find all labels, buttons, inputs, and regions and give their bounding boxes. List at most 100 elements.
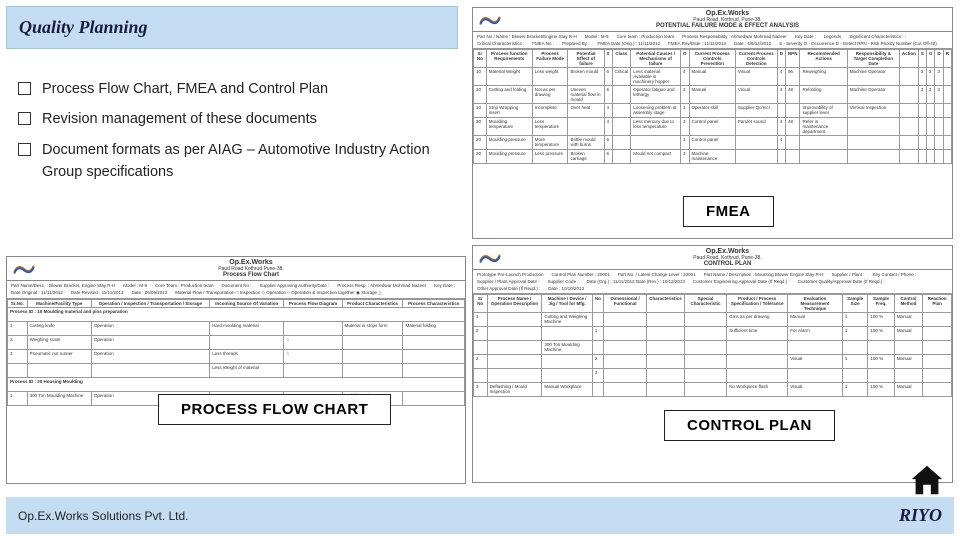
cell: Machine Operator — [847, 86, 899, 104]
cell: Control panel — [689, 136, 735, 150]
meta-field: Material Flow / Transportation □ Inspect… — [175, 290, 381, 296]
cell — [647, 383, 685, 397]
bullet-item: Revision management of these documents — [18, 108, 458, 130]
meta-field: S - Severity O - Occurrence D - Detect R… — [779, 41, 937, 46]
cell: 2 — [474, 355, 488, 369]
cell: Not as per drawing — [532, 86, 568, 104]
cell — [735, 136, 777, 150]
cell: 3 — [926, 86, 935, 104]
cell — [474, 369, 488, 383]
cell: 2 — [474, 327, 488, 341]
cell — [847, 136, 899, 150]
cell: Weighing scale — [27, 336, 91, 350]
cell — [487, 313, 542, 327]
cell: Strip Wrapping insert — [486, 104, 532, 118]
brand-right: RIYO — [899, 505, 942, 526]
col-header: R — [943, 50, 951, 68]
cell: 4 — [777, 86, 785, 104]
meta-field: FMEA Rev/Date : 11/11/2013 — [668, 41, 726, 46]
cell — [684, 383, 726, 397]
meta-field: Significant Characteristics : - — [849, 34, 906, 39]
col-header: S — [918, 50, 926, 68]
cell — [603, 369, 646, 383]
cell: Operator fatigue and lethargy — [631, 86, 681, 104]
col-header: Responsibility & Target Completion Date — [847, 50, 899, 68]
table-row: 3 — [474, 369, 952, 383]
cell — [899, 86, 918, 104]
pfc-panel: Op.Ex.Works Paud Road Kothrud Pune-38. P… — [6, 256, 466, 484]
brand-name: Op.Ex.Works — [41, 259, 461, 266]
col-header: Machine/Facility Type — [27, 300, 91, 308]
cell — [487, 327, 542, 341]
cell: 1 — [8, 392, 28, 406]
col-header: RPN — [785, 50, 800, 68]
col-header: Evaluation Measurement Technique — [788, 295, 843, 313]
meta-field: Model : M-9 — [585, 34, 609, 39]
meta-field: Supplier / Plant : — [831, 272, 864, 277]
cell — [603, 355, 646, 369]
cell — [631, 136, 681, 150]
cell: Manual — [894, 355, 923, 369]
col-header: Product Characteristics — [342, 300, 403, 308]
cell: Supplier Qc/Incl — [735, 104, 777, 118]
cell: 3 — [681, 118, 690, 136]
table-row: 10Cutting and foldingNot as per drawingU… — [474, 86, 952, 104]
col-header: Recommended Actions — [800, 50, 847, 68]
cell: 4 — [777, 118, 785, 136]
pfc-caption: PROCESS FLOW CHART — [158, 394, 391, 425]
meta-field: Supplier Code : — [548, 279, 579, 284]
cell: 2 — [8, 336, 28, 350]
cell: Cutting knife — [27, 322, 91, 336]
cell: 3 — [918, 68, 926, 86]
cell: 3 — [8, 350, 28, 364]
cell: Visual — [735, 68, 777, 86]
col-header: Sample Size — [842, 295, 867, 313]
cell: Brittle mould with burns — [568, 136, 604, 150]
cell — [612, 86, 631, 104]
cell — [943, 136, 951, 150]
bullet-list: Process Flow Chart, FMEA and Control Pla… — [18, 78, 458, 192]
col-header: Operation / Inspection / Transportation … — [91, 300, 209, 308]
section-row: Process ID : 20 Housing Moulding — [8, 378, 465, 392]
cell — [923, 369, 952, 383]
logo-icon — [11, 262, 37, 276]
cell: Sufficient time — [727, 327, 788, 341]
cell — [918, 136, 926, 150]
cell — [935, 150, 943, 164]
cell — [284, 322, 342, 336]
cell: 1 — [842, 383, 867, 397]
cell — [27, 364, 91, 378]
cell — [403, 336, 465, 350]
table-row: 300 Ton Moulding Machine — [474, 341, 952, 355]
cell: Moulding pressure — [486, 150, 532, 164]
cell — [603, 327, 646, 341]
pfc-header: Op.Ex.Works Paud Road Kothrud Pune-38. P… — [7, 257, 465, 281]
col-header: Potential Effect of failure — [568, 50, 604, 68]
cell: Visual — [735, 86, 777, 104]
col-header: Reaction Plan — [923, 295, 952, 313]
cell: 6 — [604, 86, 612, 104]
home-icon[interactable] — [908, 462, 946, 496]
meta-field: Key Date : — [795, 34, 816, 39]
cell: Manual — [894, 383, 923, 397]
meta-field: Date Original : 11/11/2012 — [11, 290, 63, 296]
meta-field: Customer Engineering Approval Date (If R… — [693, 279, 790, 284]
cell — [684, 313, 726, 327]
cell: 48 — [785, 86, 800, 104]
doc-type: CONTROL PLAN — [507, 261, 948, 267]
cell: 3 — [935, 86, 943, 104]
meta-field: Part Name/Desc. : Blower Bracket, Engine… — [11, 283, 115, 288]
cell — [342, 364, 403, 378]
cell: Operator skill — [689, 104, 735, 118]
cell — [684, 355, 726, 369]
meta-field: Part Name / Description : Mounting Blowe… — [704, 272, 824, 277]
col-header: Process Characteristics — [403, 300, 465, 308]
cell — [403, 350, 465, 364]
cell — [899, 68, 918, 86]
meta-field: Legends — [824, 34, 841, 39]
meta-field: Part No / Name : Blower Bracket/Engine S… — [477, 34, 577, 39]
meta-field: Date : 10/10/2013 — [548, 286, 584, 291]
col-header: No — [592, 295, 603, 313]
cell — [943, 104, 951, 118]
cell — [943, 68, 951, 86]
